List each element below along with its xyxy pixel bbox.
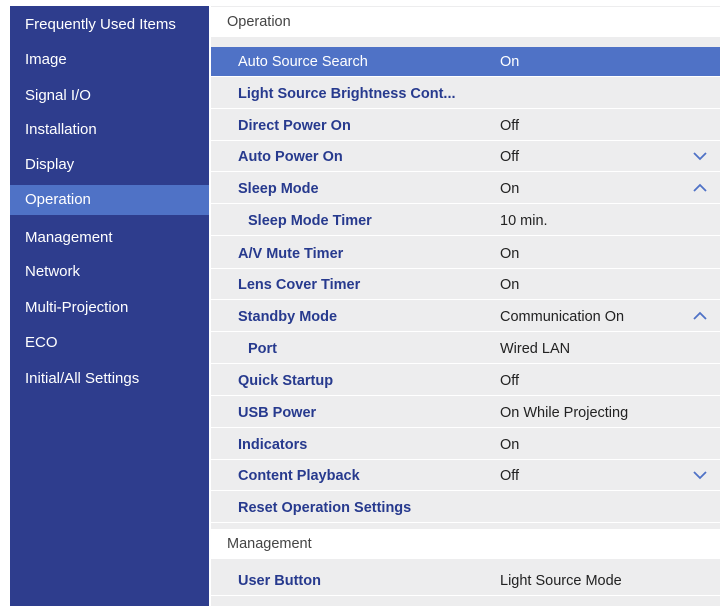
- section-title: Operation: [227, 14, 291, 30]
- sidebar-item-frequently-used-items[interactable]: Frequently Used Items: [10, 10, 209, 40]
- setting-row-auto-power-on[interactable]: Auto Power On Off: [211, 142, 720, 172]
- setting-value: On While Projecting: [500, 405, 629, 421]
- setting-label: Sleep Mode: [238, 181, 319, 197]
- chevron-down-icon[interactable]: [693, 151, 707, 161]
- setting-value: On: [500, 277, 520, 293]
- setting-row-quick-startup[interactable]: Quick Startup Off: [211, 366, 720, 396]
- setting-label: Port: [248, 341, 277, 357]
- sidebar-item-installation[interactable]: Installation: [10, 115, 209, 145]
- setting-row-direct-power-on[interactable]: Direct Power On Off: [211, 111, 720, 141]
- sidebar-item-display[interactable]: Display: [10, 150, 209, 180]
- setting-label: Auto Source Search: [238, 54, 368, 70]
- setting-value: On: [500, 181, 520, 197]
- setting-label: A/V Mute Timer: [238, 246, 344, 262]
- sidebar-item-signal-io[interactable]: Signal I/O: [10, 81, 209, 111]
- setting-label: Quick Startup: [238, 373, 334, 389]
- setting-value: 10 min.: [500, 213, 548, 229]
- setting-row-sleep-mode-timer[interactable]: Sleep Mode Timer 10 min.: [211, 206, 720, 236]
- setting-row-standby-mode[interactable]: Standby Mode Communication On: [211, 302, 720, 332]
- setting-label: Sleep Mode Timer: [248, 213, 372, 229]
- sidebar: Frequently Used Items Image Signal I/O I…: [10, 6, 209, 606]
- setting-row-auto-source-search[interactable]: Auto Source Search On: [211, 47, 720, 77]
- setting-label: Reset Operation Settings: [238, 500, 412, 516]
- sidebar-item-network[interactable]: Network: [10, 257, 209, 287]
- setting-row-user-button[interactable]: User Button Light Source Mode: [211, 566, 720, 596]
- sidebar-item-initial-all-settings[interactable]: Initial/All Settings: [10, 364, 209, 394]
- sidebar-item-eco[interactable]: ECO: [10, 328, 209, 358]
- projector-menu: Frequently Used Items Image Signal I/O I…: [0, 0, 723, 606]
- section-header-management: Management: [211, 529, 720, 559]
- setting-value: Light Source Mode: [500, 573, 622, 589]
- setting-row-content-playback[interactable]: Content Playback Off: [211, 461, 720, 491]
- sidebar-item-multi-projection[interactable]: Multi-Projection: [10, 293, 209, 323]
- section-title: Management: [227, 536, 312, 552]
- setting-row-light-source-brightness-control[interactable]: Light Source Brightness Cont...: [211, 79, 720, 109]
- setting-value: On: [500, 437, 520, 453]
- setting-row-av-mute-timer[interactable]: A/V Mute Timer On: [211, 239, 720, 269]
- setting-value: Off: [500, 149, 520, 165]
- setting-value: Communication On: [500, 309, 625, 325]
- setting-label: Light Source Brightness Cont...: [238, 86, 456, 102]
- setting-value: Off: [500, 468, 520, 484]
- section-header-operation: Operation: [211, 7, 720, 37]
- setting-label: Indicators: [238, 437, 308, 453]
- setting-row-lens-cover-timer[interactable]: Lens Cover Timer On: [211, 270, 720, 300]
- setting-label: User Button: [238, 573, 321, 589]
- setting-label: Auto Power On: [238, 149, 343, 165]
- setting-value: On: [500, 246, 520, 262]
- setting-row-usb-power[interactable]: USB Power On While Projecting: [211, 398, 720, 428]
- chevron-up-icon[interactable]: [693, 311, 707, 321]
- setting-row-sleep-mode[interactable]: Sleep Mode On: [211, 174, 720, 204]
- sidebar-item-management[interactable]: Management: [10, 223, 209, 253]
- setting-value: Off: [500, 118, 520, 134]
- sidebar-item-image[interactable]: Image: [10, 45, 209, 75]
- setting-value: Off: [500, 373, 520, 389]
- setting-label: Lens Cover Timer: [238, 277, 361, 293]
- setting-row-reset-operation-settings[interactable]: Reset Operation Settings: [211, 493, 720, 523]
- setting-value: Wired LAN: [500, 341, 571, 357]
- setting-label: Content Playback: [238, 468, 360, 484]
- sidebar-item-operation[interactable]: Operation: [10, 185, 209, 215]
- setting-row-indicators[interactable]: Indicators On: [211, 430, 720, 460]
- setting-label: Direct Power On: [238, 118, 351, 134]
- setting-label: Standby Mode: [238, 309, 338, 325]
- setting-label: USB Power: [238, 405, 317, 421]
- setting-row-port[interactable]: Port Wired LAN: [211, 334, 720, 364]
- setting-value: On: [500, 54, 520, 70]
- chevron-down-icon[interactable]: [693, 470, 707, 480]
- chevron-up-icon[interactable]: [693, 183, 707, 193]
- settings-panel: Operation Auto Source Search On Light So…: [211, 6, 720, 606]
